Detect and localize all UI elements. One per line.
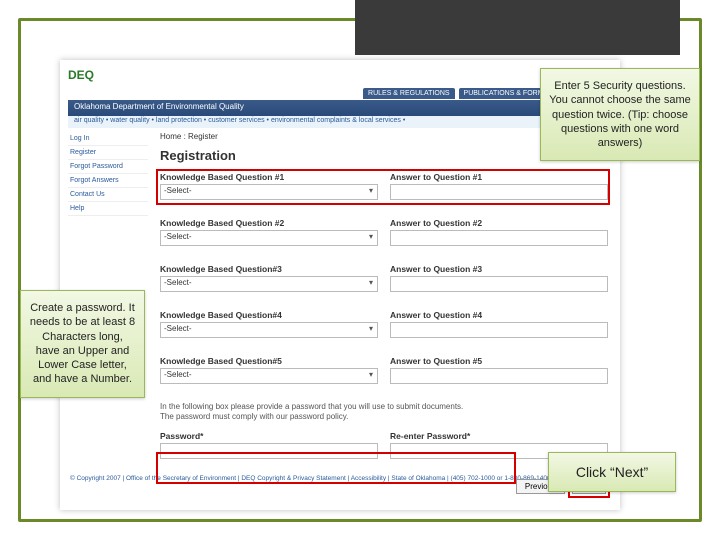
- question-row-1: Knowledge Based Question #1 -Select- Ans…: [160, 172, 608, 200]
- a4-label: Answer to Question #4: [390, 310, 608, 320]
- callout-click-next: Click “Next”: [548, 452, 676, 492]
- password-row: Password* Re-enter Password*: [160, 431, 608, 459]
- banner-title: Oklahoma Department of Environmental Qua…: [68, 100, 612, 116]
- q1-select[interactable]: -Select-: [160, 184, 378, 200]
- a4-input[interactable]: [390, 322, 608, 338]
- q2-select[interactable]: -Select-: [160, 230, 378, 246]
- registration-screenshot: DEQ RULES & REGULATIONS PUBLICATIONS & F…: [60, 60, 620, 510]
- sidebar-item-forgot-password[interactable]: Forgot Password: [68, 160, 148, 174]
- a5-input[interactable]: [390, 368, 608, 384]
- sidebar-item-contact[interactable]: Contact Us: [68, 188, 148, 202]
- a2-input[interactable]: [390, 230, 608, 246]
- sidebar-item-register[interactable]: Register: [68, 146, 148, 160]
- a5-label: Answer to Question #5: [390, 356, 608, 366]
- callout-password-rules: Create a password. It needs to be at lea…: [20, 290, 145, 398]
- sidebar: Log In Register Forgot Password Forgot A…: [68, 132, 148, 216]
- tab-rules[interactable]: RULES & REGULATIONS: [363, 88, 455, 99]
- q4-label: Knowledge Based Question#4: [160, 310, 378, 320]
- sidebar-item-login[interactable]: Log In: [68, 132, 148, 146]
- a3-input[interactable]: [390, 276, 608, 292]
- password-label: Password*: [160, 431, 378, 441]
- subnav[interactable]: air quality • water quality • land prote…: [68, 116, 612, 128]
- registration-form: Knowledge Based Question #1 -Select- Ans…: [160, 172, 608, 465]
- password-input[interactable]: [160, 443, 378, 459]
- a1-input[interactable]: [390, 184, 608, 200]
- password2-label: Re-enter Password*: [390, 431, 608, 441]
- logo-text: DEQ: [68, 68, 94, 82]
- tab-publications[interactable]: PUBLICATIONS & FORMS: [459, 88, 554, 99]
- question-row-4: Knowledge Based Question#4 -Select- Answ…: [160, 310, 608, 338]
- a3-label: Answer to Question #3: [390, 264, 608, 274]
- q5-select[interactable]: -Select-: [160, 368, 378, 384]
- decorative-top-box: [355, 0, 680, 55]
- deq-logo: DEQ: [68, 68, 128, 98]
- q1-label: Knowledge Based Question #1: [160, 172, 378, 182]
- a1-label: Answer to Question #1: [390, 172, 608, 182]
- question-row-5: Knowledge Based Question#5 -Select- Answ…: [160, 356, 608, 384]
- q4-select[interactable]: -Select-: [160, 322, 378, 338]
- question-row-3: Knowledge Based Question#3 -Select- Answ…: [160, 264, 608, 292]
- q5-label: Knowledge Based Question#5: [160, 356, 378, 366]
- page-title: Registration: [160, 148, 236, 163]
- password-hint: In the following box please provide a pa…: [160, 402, 608, 423]
- sidebar-item-help[interactable]: Help: [68, 202, 148, 216]
- question-row-2: Knowledge Based Question #2 -Select- Ans…: [160, 218, 608, 246]
- sidebar-item-forgot-answers[interactable]: Forgot Answers: [68, 174, 148, 188]
- a2-label: Answer to Question #2: [390, 218, 608, 228]
- q2-label: Knowledge Based Question #2: [160, 218, 378, 228]
- q3-label: Knowledge Based Question#3: [160, 264, 378, 274]
- callout-security-questions: Enter 5 Security questions. You cannot c…: [540, 68, 700, 161]
- breadcrumb: Home : Register: [160, 132, 218, 141]
- q3-select[interactable]: -Select-: [160, 276, 378, 292]
